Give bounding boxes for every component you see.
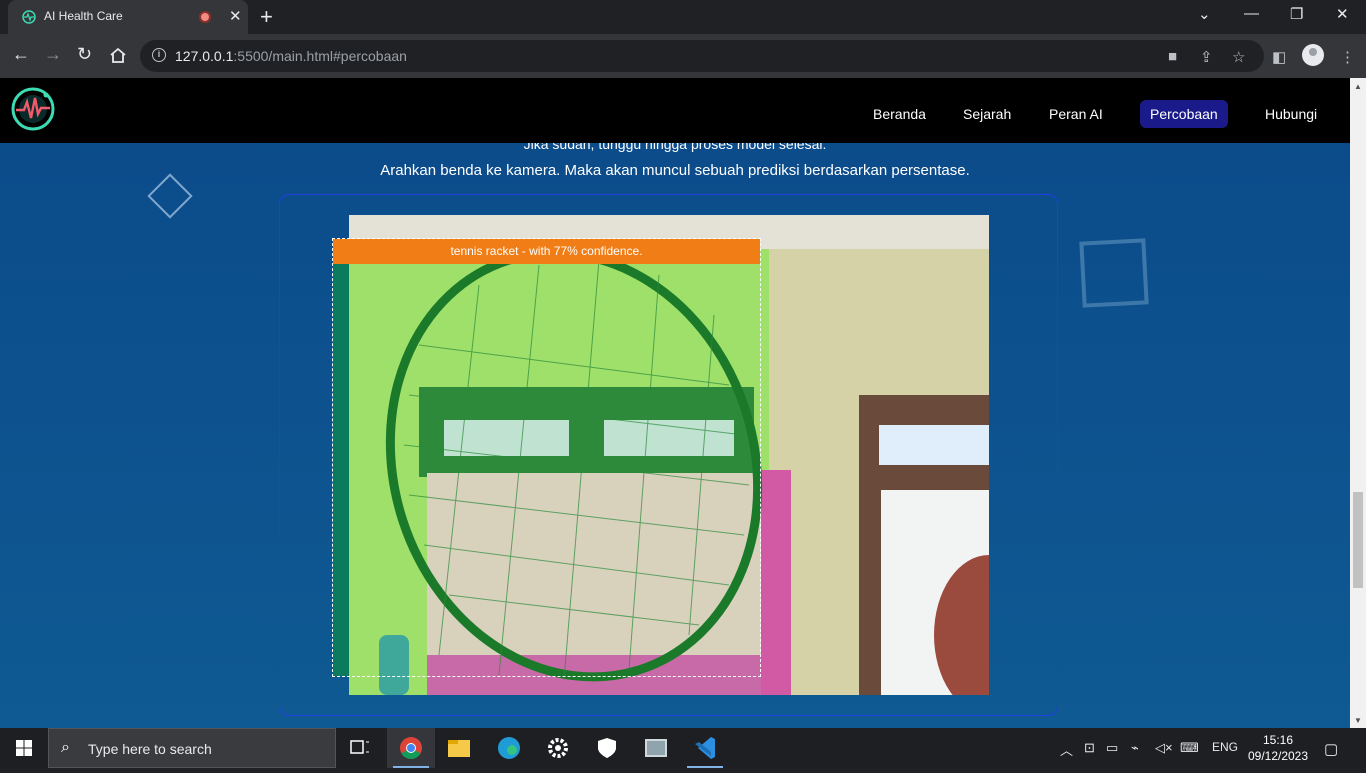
keyboard-icon[interactable]: ⌨	[1180, 740, 1199, 756]
browser-tab[interactable]: AI Health Care ✕	[8, 0, 248, 34]
nav-hubungi[interactable]: Hubungi	[1255, 100, 1327, 128]
restore-button[interactable]: ❐	[1290, 5, 1303, 23]
info-icon[interactable]: i	[152, 48, 166, 62]
network-icon[interactable]: ⌁	[1131, 740, 1139, 756]
reload-icon[interactable]: ↻	[77, 44, 92, 65]
recording-indicator-icon	[199, 11, 211, 23]
tab-title: AI Health Care	[44, 9, 123, 23]
volume-muted-icon[interactable]: ◁×	[1155, 740, 1173, 756]
logo-icon[interactable]	[10, 86, 56, 132]
nav-percobaan[interactable]: Percobaan	[1140, 100, 1228, 128]
language-indicator[interactable]: ENG	[1212, 740, 1238, 754]
edge-icon[interactable]	[485, 728, 533, 768]
windows-icon[interactable]	[16, 740, 32, 756]
nav-peran-ai[interactable]: Peran AI	[1039, 100, 1113, 128]
settings-icon[interactable]	[534, 728, 582, 768]
address-bar[interactable]: i 127.0.0.1:5500/main.html#percobaan	[140, 40, 1264, 72]
home-icon[interactable]	[109, 47, 127, 64]
site-favicon-icon	[22, 10, 36, 24]
camera-icon[interactable]: ■	[1168, 48, 1177, 65]
photos-icon[interactable]	[632, 728, 680, 768]
page-viewport: Jika sudah, tunggu hingga proses model s…	[0, 78, 1350, 728]
search-placeholder: Type here to search	[88, 741, 212, 757]
minimize-button[interactable]: —	[1244, 5, 1259, 22]
browser-toolbar: ← → ↻ i 127.0.0.1:5500/main.html#percoba…	[0, 34, 1366, 78]
tab-search-icon[interactable]: ⌄	[1198, 5, 1211, 23]
nav-sejarah[interactable]: Sejarah	[953, 100, 1021, 128]
security-icon[interactable]	[583, 728, 631, 768]
share-icon[interactable]: ⇪	[1200, 48, 1213, 66]
new-tab-button[interactable]: +	[260, 4, 273, 30]
url-text[interactable]: 127.0.0.1:5500/main.html#percobaan	[175, 48, 407, 64]
decorative-diamond-shape	[147, 173, 193, 219]
meet-now-icon[interactable]: ⊡	[1084, 740, 1095, 756]
taskbar: ⌕ Type here to search ︿ ⊡ ▭ ⌁ ◁× ⌨ ENG 1…	[0, 728, 1366, 768]
scroll-up-icon[interactable]: ▲	[1354, 82, 1362, 91]
prediction-bounding-box: tennis racket - with 77% confidence.	[332, 238, 761, 677]
sidepanel-icon[interactable]: ◧	[1272, 48, 1286, 66]
task-view-icon[interactable]	[336, 728, 384, 768]
prediction-box-edge	[333, 264, 349, 676]
browser-tab-strip: AI Health Care ✕ + ⌄ — ❐ ✕	[0, 0, 1366, 34]
scrollbar-thumb[interactable]	[1353, 492, 1363, 588]
scroll-down-icon[interactable]: ▼	[1354, 716, 1362, 725]
window-close-button[interactable]: ✕	[1336, 5, 1349, 23]
clock-time: 15:16	[1262, 733, 1294, 747]
tab-close-icon[interactable]: ✕	[229, 7, 242, 25]
vscode-icon[interactable]	[681, 728, 729, 768]
menu-icon[interactable]: ⋮	[1340, 48, 1355, 66]
instruction-text: Arahkan benda ke kamera. Maka akan muncu…	[380, 162, 970, 179]
star-icon[interactable]: ☆	[1232, 48, 1245, 66]
tray-chevron-icon[interactable]: ︿	[1060, 740, 1073, 759]
chrome-icon[interactable]	[387, 728, 435, 768]
battery-icon[interactable]: ▭	[1106, 740, 1118, 756]
nav-beranda[interactable]: Beranda	[863, 100, 936, 128]
page-scrollbar[interactable]: ▲ ▼	[1350, 78, 1366, 728]
back-icon[interactable]: ←	[12, 44, 30, 65]
taskbar-search[interactable]: ⌕ Type here to search	[48, 728, 336, 768]
taskbar-clock[interactable]: 15:16 09/12/2023	[1247, 732, 1309, 764]
prediction-label: tennis racket - with 77% confidence.	[333, 239, 760, 264]
decorative-square-shape	[1079, 238, 1149, 308]
search-icon: ⌕	[61, 739, 70, 756]
site-navbar: Beranda Sejarah Peran AI Percobaan Hubun…	[0, 78, 1350, 143]
forward-icon[interactable]: →	[44, 44, 62, 65]
profile-avatar[interactable]	[1302, 44, 1324, 66]
explorer-icon[interactable]	[435, 728, 483, 768]
clock-date: 09/12/2023	[1247, 749, 1309, 763]
notification-icon[interactable]: ▢	[1324, 740, 1338, 758]
